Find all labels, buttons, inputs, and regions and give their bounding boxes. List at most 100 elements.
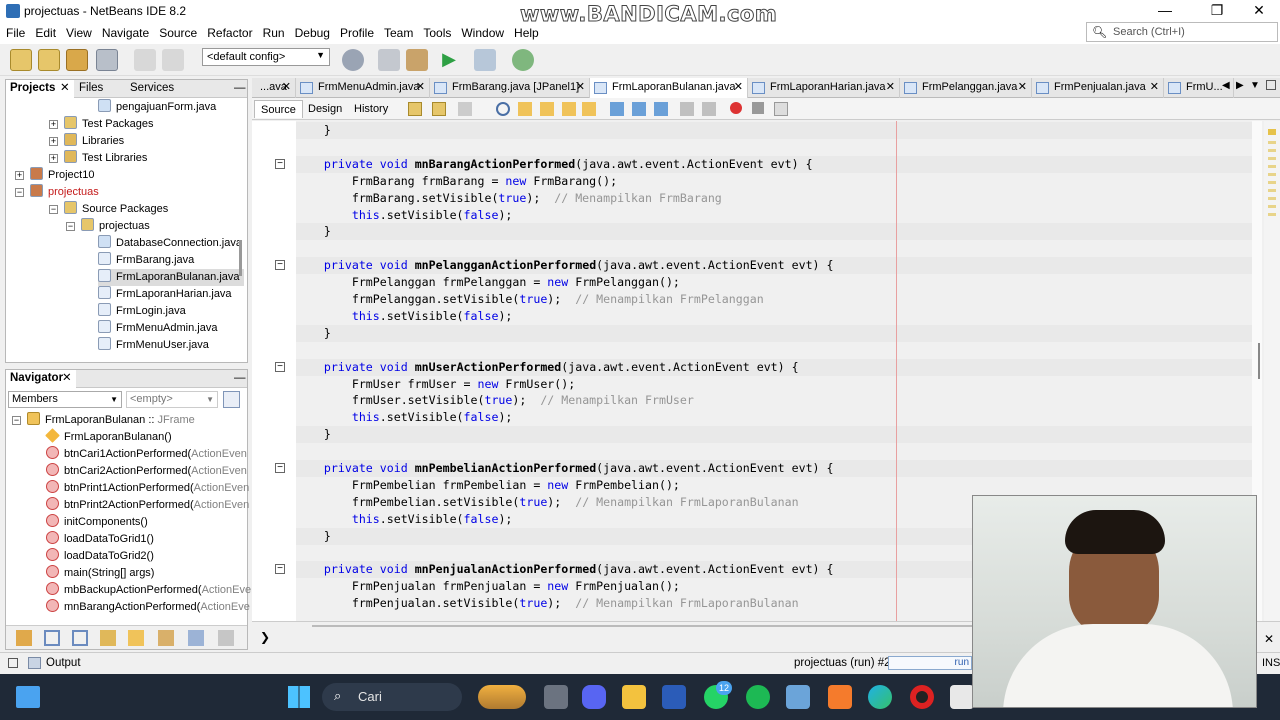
- find-previous-icon[interactable]: [518, 102, 532, 116]
- tree-item[interactable]: Project10: [30, 167, 94, 184]
- back-icon[interactable]: [432, 102, 446, 116]
- tree-expander-icon[interactable]: +: [15, 171, 24, 180]
- code-line[interactable]: FrmPembelian frmPembelian = new FrmPembe…: [296, 477, 1252, 494]
- navigator-root[interactable]: − FrmLaporanBulanan :: JFrame: [12, 412, 195, 429]
- close-icon[interactable]: ✕: [1264, 632, 1274, 646]
- close-icon[interactable]: ✕: [576, 78, 585, 97]
- panel-minimize-button[interactable]: —: [230, 80, 246, 98]
- code-line[interactable]: }: [296, 324, 1252, 342]
- code-line[interactable]: this.setVisible(false);: [296, 308, 1252, 325]
- maximize-button[interactable]: ❐: [1194, 0, 1240, 22]
- code-line[interactable]: this.setVisible(false);: [296, 207, 1252, 224]
- code-line[interactable]: frmPelanggan.setVisible(true); // Menamp…: [296, 291, 1252, 308]
- code-line[interactable]: FrmPelanggan frmPelanggan = new FrmPelan…: [296, 274, 1252, 291]
- tree-item[interactable]: Test Libraries: [64, 150, 147, 167]
- file-explorer-icon[interactable]: [622, 685, 646, 709]
- toggle-bookmark-icon[interactable]: [654, 102, 668, 116]
- code-line[interactable]: private void mnPembelianActionPerformed(…: [296, 460, 1252, 477]
- tree-item[interactable]: FrmMenuUser.java: [98, 337, 209, 354]
- fold-toggle-icon[interactable]: −: [275, 564, 285, 575]
- discord-icon[interactable]: [582, 685, 606, 709]
- fold-toggle-icon[interactable]: −: [275, 158, 285, 169]
- editor-tab[interactable]: FrmLaporanBulanan.java ✕: [590, 78, 748, 98]
- code-line[interactable]: }: [296, 223, 1252, 241]
- code-line[interactable]: [296, 443, 1252, 460]
- code-line[interactable]: frmUser.setVisible(true); // Menampilkan…: [296, 392, 1252, 409]
- code-line[interactable]: }: [296, 426, 1252, 444]
- output-tab[interactable]: Output: [46, 657, 81, 669]
- tab-design[interactable]: Design: [302, 100, 348, 118]
- debug-icon[interactable]: [474, 49, 496, 71]
- menu-debug[interactable]: Debug: [290, 22, 335, 44]
- code-line[interactable]: [296, 342, 1252, 359]
- show-inherited-icon[interactable]: [223, 391, 240, 408]
- task-view-icon[interactable]: [544, 685, 568, 709]
- filter-inherited-icon[interactable]: [128, 630, 144, 646]
- tree-item[interactable]: Test Packages: [64, 116, 154, 133]
- sort-by-name-icon[interactable]: [188, 630, 204, 646]
- navigator-member[interactable]: btnCari1ActionPerformed(ActionEven: [46, 446, 247, 463]
- spotify-icon[interactable]: [746, 685, 770, 709]
- minimize-button[interactable]: —: [1142, 0, 1188, 22]
- members-select[interactable]: Members ▼: [8, 391, 122, 408]
- tab-files[interactable]: Files: [75, 80, 125, 98]
- navigator-member[interactable]: mnBarangActionPerformed(ActionEve: [46, 599, 250, 616]
- menu-run[interactable]: Run: [258, 22, 290, 44]
- new-project-icon[interactable]: [38, 49, 60, 71]
- tree-item[interactable]: Libraries: [64, 133, 124, 150]
- navigator-member[interactable]: btnCari2ActionPerformed(ActionEven: [46, 463, 247, 480]
- panel-minimize-button[interactable]: —: [230, 370, 246, 388]
- stop-macro-icon[interactable]: [752, 102, 764, 114]
- tree-item[interactable]: projectuas: [81, 218, 150, 235]
- tree-item[interactable]: FrmBarang.java: [98, 252, 194, 269]
- sort-alpha-icon[interactable]: [218, 630, 234, 646]
- filter-fields-icon[interactable]: [16, 630, 32, 646]
- close-icon[interactable]: ✕: [282, 78, 291, 97]
- tab-navigator[interactable]: Navigator ✕: [6, 370, 76, 388]
- sort-by-source-icon[interactable]: [158, 630, 174, 646]
- redo-icon[interactable]: [162, 49, 184, 71]
- virtualbox-icon[interactable]: [786, 685, 810, 709]
- config-select[interactable]: <default config> ▼: [202, 48, 330, 66]
- weather-widget-icon[interactable]: [478, 685, 526, 709]
- code-line[interactable]: }: [296, 122, 1252, 139]
- search-input[interactable]: 🔍︎ Search (Ctrl+I): [1086, 22, 1278, 42]
- menu-refactor[interactable]: Refactor: [202, 22, 257, 44]
- menu-help[interactable]: Help: [509, 22, 544, 44]
- menu-source[interactable]: Source: [154, 22, 202, 44]
- navigator-member[interactable]: mbBackupActionPerformed(ActionEve: [46, 582, 251, 599]
- tree-expander-icon[interactable]: +: [49, 154, 58, 163]
- undo-icon[interactable]: [134, 49, 156, 71]
- taskbar-search[interactable]: ⌕ Cari: [322, 683, 462, 711]
- code-line[interactable]: FrmBarang frmBarang = new FrmBarang();: [296, 173, 1252, 190]
- tree-item[interactable]: FrmMenuAdmin.java: [98, 320, 217, 337]
- filter-inner-icon[interactable]: [100, 630, 116, 646]
- tree-item[interactable]: projectuas: [30, 184, 99, 201]
- tree-expander-icon[interactable]: −: [49, 205, 58, 214]
- profile-icon[interactable]: [512, 49, 534, 71]
- close-button[interactable]: ✕: [1236, 0, 1280, 22]
- tab-history[interactable]: History: [348, 100, 394, 118]
- tree-item[interactable]: FrmLogin.java: [98, 303, 186, 320]
- code-line[interactable]: private void mnBarangActionPerformed(jav…: [296, 155, 1252, 173]
- editor-tab[interactable]: FrmMenuAdmin.java ✕: [296, 78, 430, 98]
- tree-item[interactable]: FrmLaporanBulanan.java: [98, 269, 244, 286]
- show-desktop-icon[interactable]: [16, 686, 40, 708]
- start-macro-icon[interactable]: [730, 102, 742, 114]
- tab-projects[interactable]: Projects ✕: [6, 80, 74, 98]
- find-icon[interactable]: [496, 102, 510, 116]
- toggle-highlight-icon[interactable]: [562, 102, 576, 116]
- clean-build-icon[interactable]: [406, 49, 428, 71]
- code-line[interactable]: this.setVisible(false);: [296, 409, 1252, 426]
- output-restore-icon[interactable]: [8, 658, 18, 668]
- tree-expander-icon[interactable]: +: [49, 120, 58, 129]
- word-icon[interactable]: [662, 685, 686, 709]
- prev-bookmark-icon[interactable]: [610, 102, 624, 116]
- xampp-icon[interactable]: [828, 685, 852, 709]
- open-project-icon[interactable]: [66, 49, 88, 71]
- menu-view[interactable]: View: [61, 22, 97, 44]
- tab-services[interactable]: Services: [126, 80, 196, 98]
- tree-expander-icon[interactable]: +: [49, 137, 58, 146]
- build-icon[interactable]: [378, 49, 400, 71]
- code-line[interactable]: FrmUser frmUser = new FrmUser();: [296, 376, 1252, 393]
